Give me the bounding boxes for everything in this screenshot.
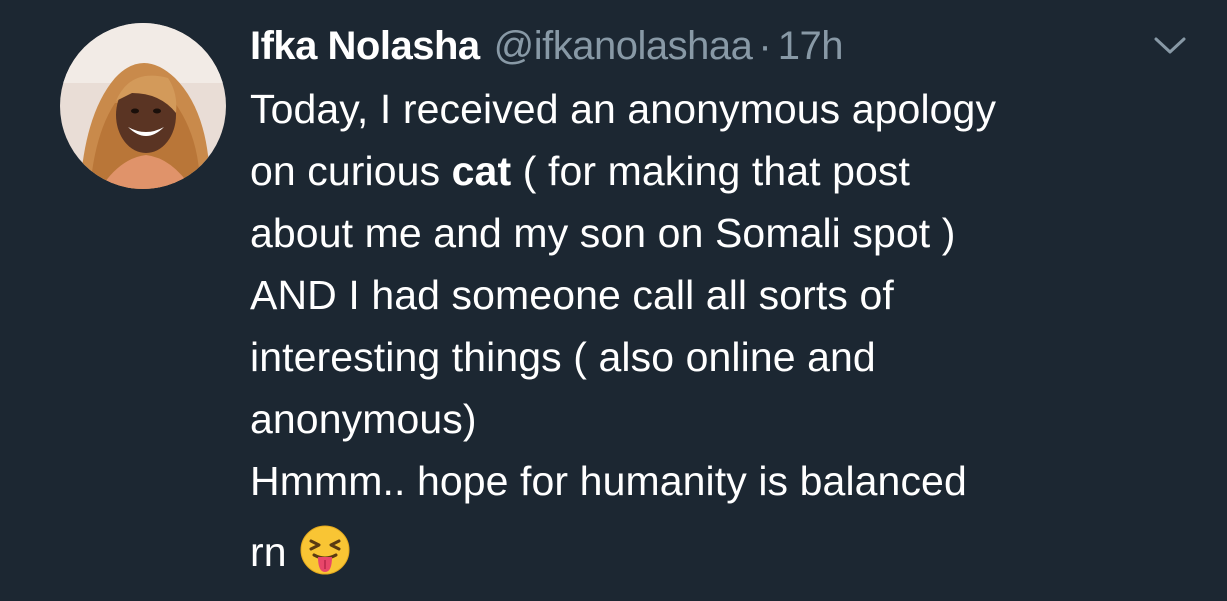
tweet-line: interesting things ( also online and xyxy=(250,334,876,380)
profile-photo xyxy=(60,23,226,189)
tweet-line: anonymous) xyxy=(250,396,477,442)
tweet-header: Ifka Nolasha @ifkanolashaa · 17h xyxy=(250,20,843,72)
tweet-line: AND I had someone call all sorts of xyxy=(250,272,894,318)
tweet-line: Today, I received an anonymous apology xyxy=(250,86,997,132)
squinting-face-with-tongue-icon xyxy=(299,522,351,575)
separator-dot: · xyxy=(758,24,772,68)
tweet-line: rn xyxy=(250,512,1210,592)
avatar[interactable] xyxy=(60,23,226,189)
tweet-line: Hmmm.. hope for humanity is balanced xyxy=(250,458,967,504)
bold-word: cat xyxy=(451,148,512,194)
tweet-line: about me and my son on Somali spot ) xyxy=(250,210,956,256)
timestamp[interactable]: 17h xyxy=(778,20,844,72)
chevron-down-icon[interactable] xyxy=(1152,34,1188,56)
user-handle[interactable]: @ifkanolashaa xyxy=(494,20,753,72)
display-name[interactable]: Ifka Nolasha xyxy=(250,20,480,72)
tweet-text: Today, I received an anonymous apology o… xyxy=(250,78,1210,592)
tweet-line: on curious cat ( for making that post xyxy=(250,148,911,194)
